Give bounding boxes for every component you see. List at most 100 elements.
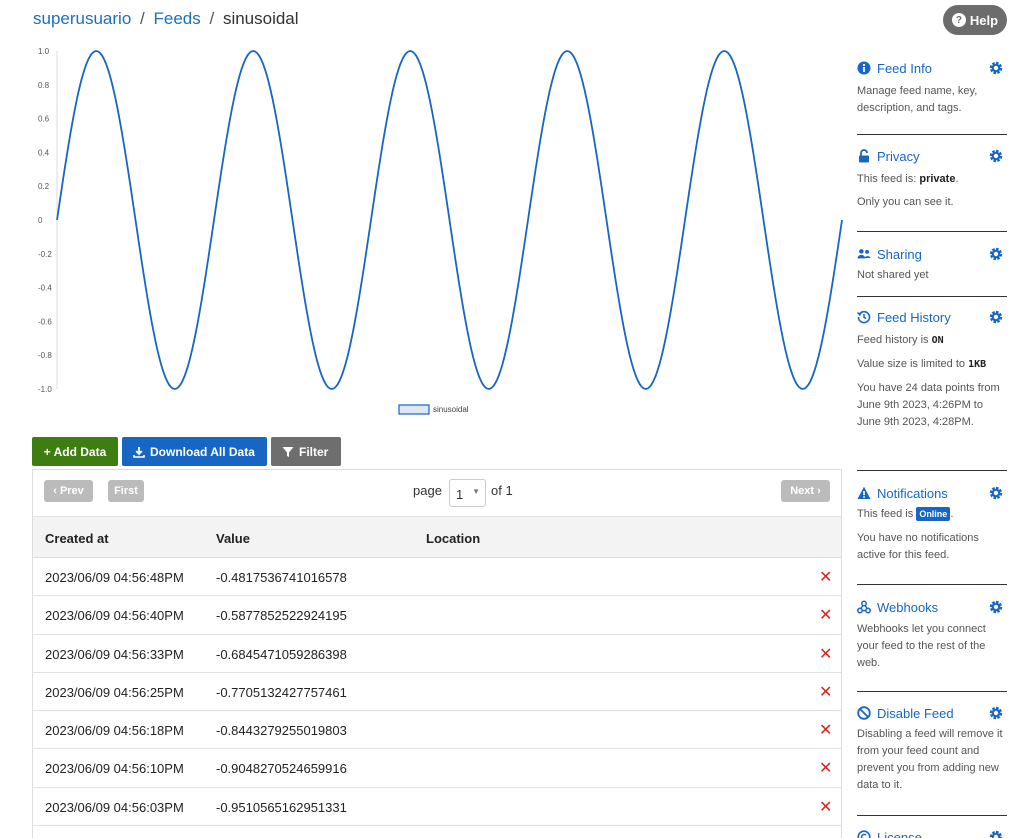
feed-info-header: Feed Info — [857, 58, 1007, 78]
delete-row-icon[interactable]: ✕ — [819, 567, 832, 587]
add-data-button[interactable]: + Add Data — [32, 437, 118, 466]
disable-feed-title[interactable]: Disable Feed — [877, 706, 989, 721]
history-size-prefix: Value size is limited to — [857, 358, 969, 370]
delete-row-icon[interactable]: ✕ — [819, 758, 832, 778]
cell-value: -0.5877852522924195 — [216, 608, 347, 624]
users-icon — [857, 247, 871, 261]
notifications-panel: Notifications This feed is Online. You h… — [857, 471, 1007, 585]
sharing-title[interactable]: Sharing — [877, 247, 989, 262]
delete-row-icon[interactable]: ✕ — [819, 682, 832, 702]
cell-created: 2023/06/09 04:56:25PM — [45, 684, 184, 700]
cell-value: -0.9048270524659916 — [216, 761, 347, 777]
gear-icon[interactable] — [989, 310, 1003, 324]
filter-label: Filter — [299, 444, 329, 459]
help-label: Help — [969, 12, 999, 28]
legend-swatch — [398, 404, 430, 415]
prev-page-button[interactable]: ‹ Prev — [44, 480, 93, 502]
notifications-header: Notifications — [857, 483, 1007, 503]
license-title[interactable]: License — [877, 830, 989, 838]
sharing-status: Not shared yet — [857, 269, 929, 281]
cell-created: 2023/06/09 04:56:48PM — [45, 570, 184, 585]
notifications-title[interactable]: Notifications — [877, 486, 989, 501]
feed-history-title[interactable]: Feed History — [877, 310, 989, 325]
cell-value: -0.7705132427757461 — [216, 684, 347, 700]
webhooks-title[interactable]: Webhooks — [877, 600, 989, 615]
y-tick-label: -0.2 — [38, 250, 52, 259]
y-tick-label: 1.0 — [38, 47, 50, 56]
cell-created: 2023/06/09 04:56:40PM — [45, 608, 184, 624]
table-row: 2023/06/09 04:56:18PM -0.844327925501980… — [33, 711, 841, 750]
y-tick-label: 0.4 — [38, 148, 50, 157]
privacy-status-suffix: . — [955, 173, 959, 185]
delete-row-icon[interactable]: ✕ — [819, 605, 832, 625]
license-panel: License — [857, 816, 1007, 838]
download-all-data-button[interactable]: Download All Data — [122, 437, 267, 466]
page-select[interactable]: 1 ▼ — [449, 479, 486, 507]
sharing-header: Sharing — [857, 244, 1007, 264]
table-row: 2023/06/09 04:56:48PM -0.481753674101657… — [33, 558, 841, 597]
privacy-panel: Privacy This feed is: private. Only you … — [857, 135, 1007, 232]
cell-value: -0.6845471059286398 — [216, 646, 347, 662]
delete-row-icon[interactable]: ✕ — [819, 644, 832, 664]
gear-icon[interactable] — [989, 247, 1003, 261]
y-axis: 1.0 0.8 0.6 0.4 0.2 0 -0.2 -0.4 -0.6 -0.8 -1.0 — [38, 47, 58, 394]
prev-label: Prev — [59, 485, 84, 497]
history-size-limit: Value size is limited to 1KB — [857, 356, 1007, 373]
gear-icon[interactable] — [989, 830, 1003, 838]
table-row: 2023/06/09 04:56:25PM -0.770513242775746… — [33, 673, 841, 712]
feed-history-panel: Feed History Feed history is ON Value si… — [857, 297, 1007, 471]
feed-chart: 1.0 0.8 0.6 0.4 0.2 0 -0.2 -0.4 -0.6 -0.8 -1.0 sin… — [30, 44, 845, 424]
next-page-button[interactable]: Next › — [781, 480, 830, 502]
y-tick-label: -0.4 — [38, 284, 52, 293]
breadcrumb-current-feed: sinusoidal — [222, 9, 299, 28]
delete-row-icon[interactable]: ✕ — [819, 720, 832, 740]
help-button[interactable]: ? Help — [943, 5, 1007, 35]
cell-value: -0.8443279255019803 — [216, 723, 347, 739]
cell-created: 2023/06/09 04:56:18PM — [45, 723, 184, 739]
first-page-button[interactable]: First — [108, 480, 144, 502]
feed-history-header: Feed History — [857, 307, 1007, 327]
breadcrumb-feeds-link[interactable]: Feeds — [153, 9, 200, 28]
next-label: Next — [790, 485, 815, 497]
feed-info-description: Manage feed name, key, description, and … — [857, 85, 978, 114]
filter-button[interactable]: Filter — [271, 437, 341, 466]
delete-row-icon[interactable]: ✕ — [819, 797, 832, 817]
notifications-status-suffix: . — [950, 508, 954, 520]
feed-info-panel: Feed Info Manage feed name, key, descrip… — [857, 44, 1007, 135]
license-header: License — [857, 827, 1007, 838]
privacy-status-value: private — [919, 173, 956, 185]
notifications-status-prefix: This feed is — [857, 508, 917, 520]
privacy-status-prefix: This feed is: — [857, 173, 920, 185]
breadcrumb-user-link[interactable]: superusuario — [33, 9, 131, 28]
notifications-status: This feed is Online. — [857, 506, 1007, 523]
action-buttons: + Add Data Download All Data Filter — [32, 437, 341, 466]
table-row: 2023/06/09 04:56:33PM -0.684547105928639… — [33, 635, 841, 673]
disable-feed-header: Disable Feed — [857, 703, 1007, 723]
feed-info-title[interactable]: Feed Info — [877, 61, 989, 76]
warning-triangle-icon — [857, 486, 871, 500]
privacy-status: This feed is: private. — [857, 171, 1007, 188]
gear-icon[interactable] — [989, 486, 1003, 500]
breadcrumb-separator: / — [140, 9, 145, 28]
copyright-icon — [857, 830, 871, 838]
unlock-icon — [857, 149, 871, 163]
notifications-note: You have no notifications active for thi… — [857, 532, 979, 561]
privacy-note: Only you can see it. — [857, 196, 954, 208]
breadcrumb: superusuario / Feeds / sinusoidal — [33, 9, 299, 29]
gear-icon[interactable] — [989, 706, 1003, 720]
info-circle-icon — [857, 61, 871, 75]
column-header-value: Value — [216, 531, 250, 546]
privacy-title[interactable]: Privacy — [877, 149, 989, 164]
table-row: 2023/06/09 04:56:03PM -0.951056516295133… — [33, 788, 841, 827]
disable-feed-panel: Disable Feed Disabling a feed will remov… — [857, 692, 1007, 816]
gear-icon[interactable] — [989, 600, 1003, 614]
cell-created: 2023/06/09 04:56:33PM — [45, 646, 184, 662]
gear-icon[interactable] — [989, 149, 1003, 163]
gear-icon[interactable] — [989, 61, 1003, 75]
y-tick-label: 0.6 — [38, 115, 50, 124]
page-of-label: of 1 — [491, 483, 513, 498]
breadcrumb-separator: / — [209, 9, 215, 28]
webhooks-description: Webhooks let you connect your feed to th… — [857, 623, 986, 669]
history-icon — [857, 310, 871, 324]
chart-svg: 1.0 0.8 0.6 0.4 0.2 0 -0.2 -0.4 -0.6 -0.8 -1.0 sin… — [38, 47, 843, 415]
